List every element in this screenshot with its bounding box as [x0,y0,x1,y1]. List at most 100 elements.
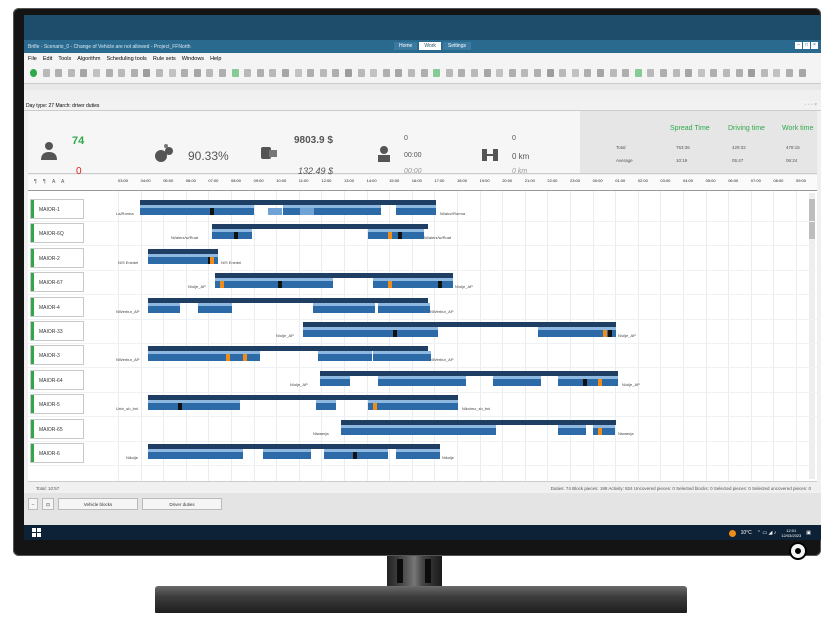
toolbar-tool-icon[interactable] [370,69,378,77]
duty-piece[interactable] [396,205,436,215]
duty-piece[interactable] [538,327,588,337]
windows-start-icon[interactable] [32,528,41,537]
toolbar-tool-icon[interactable] [685,69,693,77]
duty-row-label[interactable]: MAIOR-6Q [30,223,84,244]
toolbar-tool-icon[interactable] [697,69,705,77]
tray-icons[interactable]: ⌃ ▭ ◢ ♪ [757,530,776,536]
mode-settings[interactable]: Settings [442,42,471,50]
duty-row-label[interactable]: MAIOR-1 [30,199,84,219]
toolbar-tool-icon[interactable] [231,69,239,77]
tab-driver-duties[interactable]: Day type: 27 March: driver duties [26,103,99,109]
toolbar-tool-icon[interactable] [521,69,529,77]
activity-marker[interactable] [268,208,282,215]
toolbar-tool-icon[interactable] [408,69,415,77]
toolbar-tool-icon[interactable] [660,69,667,77]
ruler-control-4[interactable]: A [61,179,64,185]
toolbar-tool-icon[interactable] [420,69,428,77]
menu-windows[interactable]: Windows [182,56,204,62]
toolbar-tool-icon[interactable] [219,69,226,77]
activity-marker[interactable] [353,452,357,459]
toolbar-tool-icon[interactable] [282,69,289,77]
activity-marker[interactable] [438,281,442,289]
toolbar-tool-icon[interactable] [534,69,541,77]
toolbar-tool-icon[interactable] [458,69,466,77]
toolbar-tool-icon[interactable] [584,69,592,77]
vehicle-blocks-button[interactable]: Vehicle blocks [58,498,138,510]
toolbar-tool-icon[interactable] [597,69,604,77]
menu-file[interactable]: File [28,56,37,62]
toolbar-tool-icon[interactable] [55,69,63,77]
toolbar-tool-icon[interactable] [735,69,743,77]
toolbar-tool-icon[interactable] [546,69,554,77]
duty-piece[interactable] [373,351,431,362]
ruler-control-2[interactable]: ¶ [43,179,46,185]
duty-piece[interactable] [316,400,336,411]
activity-marker[interactable] [243,354,247,362]
minimize-icon[interactable]: – [795,42,802,49]
duty-piece[interactable] [318,351,372,362]
driver-duties-button[interactable]: Driver duties [142,498,222,510]
duty-piece[interactable] [558,375,618,386]
duty-piece[interactable] [212,229,252,240]
activity-marker[interactable] [598,378,602,386]
toolbar-tool-icon[interactable] [634,69,642,77]
menu-edit[interactable]: Edit [43,56,52,62]
duty-piece[interactable] [273,278,333,289]
toolbar-tool-icon[interactable] [748,69,756,77]
toolbar-tool-icon[interactable] [143,69,151,77]
maximize-icon[interactable]: □ [803,42,810,49]
duty-row-label[interactable]: MAIOR-5 [30,394,84,415]
toolbar-tool-icon[interactable] [433,69,441,77]
activity-marker[interactable] [210,256,214,264]
toolbar-tool-icon[interactable] [647,69,655,77]
toolbar-tool-icon[interactable] [294,69,302,77]
duty-piece[interactable] [198,302,232,313]
duty-piece[interactable] [378,302,430,313]
duty-row-label[interactable]: MAIOR-4 [30,296,84,317]
tray-clock[interactable]: 12:01 12/03/2023 [781,528,801,538]
toolbar-tool-icon[interactable] [798,69,806,77]
toolbar-tool-icon[interactable] [508,69,516,77]
duty-row-label[interactable]: MAIOR-67 [30,272,84,293]
duty-piece[interactable] [313,302,375,313]
toolbar-tool-icon[interactable] [206,69,214,77]
duty-piece[interactable] [303,327,438,337]
duty-piece[interactable] [378,375,466,386]
toolbar-tool-icon[interactable] [42,69,50,77]
toolbar-tool-icon[interactable] [395,69,403,77]
toolbar-tool-icon[interactable] [672,69,680,77]
toolbar-tool-icon[interactable] [710,69,718,77]
toolbar-tool-icon[interactable] [760,69,768,77]
toolbar-tool-icon[interactable] [382,69,390,77]
activity-marker[interactable] [398,232,402,240]
duty-piece[interactable] [148,302,180,313]
activity-marker[interactable] [393,330,397,337]
activity-marker[interactable] [210,208,214,215]
toolbar-tool-icon[interactable] [622,69,630,77]
duty-piece[interactable] [148,400,240,411]
toolbar-tool-icon[interactable] [181,69,189,77]
toolbar-tool-icon[interactable] [319,69,327,77]
menu-algorithm[interactable]: Algorithm [77,56,100,62]
scroll-thumb[interactable] [809,199,815,239]
pin-icon[interactable]: ⊡ [42,498,54,510]
toolbar-tool-icon[interactable] [105,69,113,77]
duty-piece[interactable] [320,375,350,386]
toolbar-tool-icon[interactable] [130,69,138,77]
duty-row-label[interactable]: MAIOR-65 [30,418,84,439]
activity-marker[interactable] [608,330,612,337]
duty-piece[interactable] [148,351,258,362]
ruler-control-3[interactable]: A [52,179,55,185]
toolbar-tool-icon[interactable] [156,69,163,77]
duty-row-label[interactable]: MAIOR-33 [30,321,84,341]
activity-marker[interactable] [388,232,392,240]
gantt-vertical-scrollbar[interactable] [809,193,815,479]
power-button-icon[interactable] [789,542,807,560]
toolbar-tool-icon[interactable] [786,69,793,77]
toolbar-tool-icon[interactable] [571,69,579,77]
toolbar-tool-icon[interactable] [496,69,504,77]
menu-rule-sets[interactable]: Rule sets [153,56,176,62]
toolbar-tool-icon[interactable] [773,69,781,77]
close-icon[interactable]: × [811,42,818,49]
toolbar-scrollbar[interactable] [24,84,821,90]
